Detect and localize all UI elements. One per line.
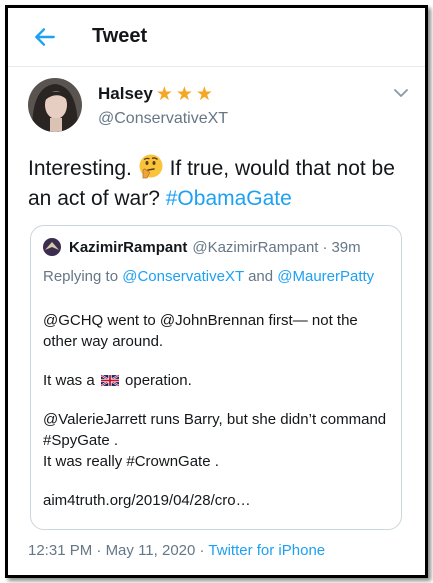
author-name[interactable]: Halsey xyxy=(98,84,153,104)
quoted-link[interactable]: aim4truth.org/2019/04/28/cro… xyxy=(43,490,393,511)
uk-flag-icon xyxy=(100,374,119,387)
chevron-down-icon[interactable] xyxy=(394,88,408,98)
tweet-time: 12:31 PM xyxy=(28,542,93,559)
tweet-screenshot-frame: Tweet Halsey ★ ★ ★ @ConservativeXT Inter… xyxy=(5,5,428,578)
quoted-timestamp: 39m xyxy=(331,238,361,256)
avatar[interactable] xyxy=(28,78,82,132)
thinking-face-icon xyxy=(139,154,163,179)
quoted-line-3: @ValerieJarrett runs Barry, but she didn… xyxy=(43,411,387,449)
tweet-text-part1: Interesting. xyxy=(28,157,132,180)
quoted-line-2-before: It was a xyxy=(43,372,95,389)
separator-dot: · xyxy=(322,238,328,256)
quoted-tweet-text: @GCHQ went to @JohnBrennan first— not th… xyxy=(43,310,393,511)
mention-link[interactable]: @ConservativeXT xyxy=(122,268,244,285)
quoted-line-1: @GCHQ went to @JohnBrennan first— not th… xyxy=(43,312,358,350)
replying-to-prefix: Replying to xyxy=(43,268,119,285)
quoted-author-row: KazimirRampant @KazimirRampant · 39m xyxy=(43,238,361,256)
quoted-avatar xyxy=(43,238,61,256)
separator-dot: · xyxy=(199,542,205,559)
source-link[interactable]: Twitter for iPhone xyxy=(208,542,325,559)
replying-to-and: and xyxy=(248,268,274,285)
page-title: Tweet xyxy=(92,25,148,47)
star-icon: ★ xyxy=(155,83,173,105)
hashtag-link[interactable]: #ObamaGate xyxy=(166,187,292,210)
quoted-line-2-after: operation. xyxy=(125,372,192,389)
tweet-date: May 11, 2020 xyxy=(105,542,196,559)
back-arrow-icon[interactable] xyxy=(32,24,58,50)
mention-link[interactable]: @MaurerPatty xyxy=(277,268,374,285)
tweet-text: Interesting. If true, would that not be … xyxy=(28,153,418,214)
quoted-author-handle: @KazimirRampant xyxy=(192,238,319,256)
avatar-image xyxy=(28,78,82,132)
star-icon: ★ xyxy=(195,83,213,105)
quoted-avatar-image xyxy=(43,238,61,256)
quoted-line-2: It was a operation. xyxy=(43,370,393,391)
separator-dot: · xyxy=(96,542,102,559)
star-icon: ★ xyxy=(175,83,193,105)
quoted-author-name: KazimirRampant xyxy=(69,238,188,256)
author-handle[interactable]: @ConservativeXT xyxy=(98,110,228,128)
tweet-meta: 12:31 PM · May 11, 2020 · Twitter for iP… xyxy=(28,542,325,559)
quoted-tweet-card[interactable]: KazimirRampant @KazimirRampant · 39m Rep… xyxy=(30,225,402,530)
quoted-line-4: It was really #CrownGate . xyxy=(43,453,219,470)
top-bar: Tweet xyxy=(8,8,425,67)
replying-to-line: Replying to @ConservativeXT and @MaurerP… xyxy=(43,266,393,287)
author-row: Halsey ★ ★ ★ xyxy=(98,84,213,104)
